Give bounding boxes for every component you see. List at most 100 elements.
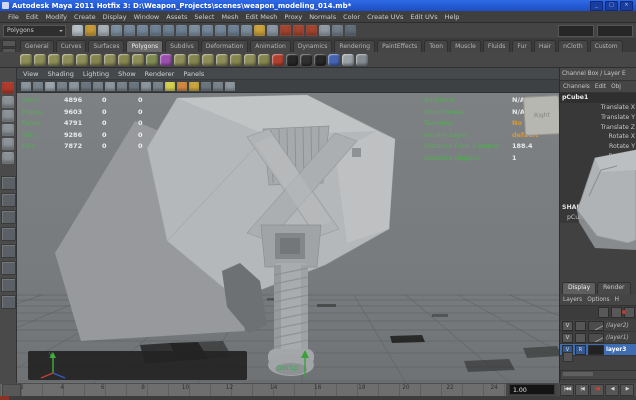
bookmark-icon[interactable] [57,82,67,91]
shelf-tab[interactable]: Hair [534,40,556,52]
poly-cylinder-icon[interactable] [48,54,60,66]
menu-item[interactable]: Edit UVs [410,13,437,21]
layout-four-pane[interactable] [1,193,16,207]
channel-row[interactable]: Translate Z [560,123,636,133]
snap-to-point-icon[interactable] [176,25,187,36]
menu-item[interactable]: Color [343,13,360,21]
poly-sphere-icon[interactable] [20,54,32,66]
channel-row[interactable]: Visibility [560,191,636,201]
maximize-button[interactable]: □ [605,1,618,11]
checker-a-icon[interactable] [286,54,298,66]
camera-lock-icon[interactable] [33,82,43,91]
layer-color-swatch[interactable] [588,333,604,343]
separate-icon[interactable] [230,54,242,66]
bevel-icon[interactable] [188,54,200,66]
channel-row[interactable]: Rotate X [560,132,636,142]
channel-box-menu-item[interactable]: Obj [611,84,621,90]
layer-editor-tab[interactable]: Display [562,282,596,294]
close-button[interactable]: × [620,1,633,11]
output-connections-icon[interactable] [228,25,239,36]
menu-item[interactable]: Normals [309,13,336,21]
move-tool[interactable] [2,124,14,136]
channel-row[interactable]: Scale Y [560,172,636,182]
menu-item[interactable]: Window [134,13,160,21]
panel-menu-item[interactable]: Shading [47,70,73,78]
toolbox-b-icon[interactable] [332,25,343,36]
shelf-tab[interactable]: Curves [56,40,87,52]
shape-node-name[interactable]: pCubeShape1 [560,213,636,223]
image-plane-icon[interactable] [69,82,79,91]
shadows-icon[interactable] [129,82,139,91]
wireframe-icon[interactable] [81,82,91,91]
isolate-select-icon[interactable] [201,82,211,91]
layer-row[interactable]: V (layer2) [560,320,636,332]
input-connections-icon[interactable] [215,25,226,36]
default-light-icon[interactable] [165,82,175,91]
title-bar[interactable]: Autodesk Maya 2011 Hotfix 3: D:\Weapon_P… [0,0,636,11]
layer-editor-tab[interactable]: Render [597,282,630,294]
rotate-tool[interactable] [2,138,14,150]
layer-from-selected-button[interactable] [611,307,622,318]
layout-hypershade[interactable] [1,244,16,258]
poly-helix-icon[interactable] [132,54,144,66]
shelf-tab[interactable]: Muscle [450,40,481,52]
shelf-tab[interactable]: Polygons [126,40,163,52]
resolution-gate-icon[interactable] [141,82,151,91]
layer-editor-menu-item[interactable]: Options [587,297,609,303]
layer-color-swatch[interactable] [588,321,604,331]
panel-menu-item[interactable]: Show [118,70,136,78]
menu-item[interactable]: Proxy [284,13,302,21]
layer-row[interactable]: V (layer1) [560,332,636,344]
checker-c-icon[interactable] [314,54,326,66]
channel-row[interactable]: Translate Y [560,113,636,123]
bridge-icon[interactable] [202,54,214,66]
minimize-button[interactable]: _ [590,1,603,11]
combine-icon[interactable] [216,54,228,66]
new-scene-icon[interactable] [72,25,83,36]
layout-custom-b[interactable] [1,295,16,309]
lasso-tool[interactable] [2,96,14,108]
step-back-frame-button[interactable]: |◀ [575,384,589,396]
shelf-tab[interactable]: Toon [424,40,448,52]
menu-item[interactable]: Modify [45,13,67,21]
toolbox-a-icon[interactable] [319,25,330,36]
render-settings-icon[interactable] [306,25,317,36]
custom-b-icon[interactable] [356,54,368,66]
selected-node-name[interactable]: pCube1 [560,93,636,103]
ipr-render-icon[interactable] [293,25,304,36]
current-time-field[interactable]: 1.00 [509,384,555,395]
shelf-tab[interactable]: nCloth [558,40,588,52]
absolute-transform-field[interactable] [558,25,594,37]
select-component-icon[interactable] [137,25,148,36]
shelf-tab[interactable]: Custom [590,40,623,52]
select-object-icon[interactable] [124,25,135,36]
camera-select-icon[interactable] [21,82,31,91]
boolean-icon[interactable] [244,54,256,66]
channel-box-menu-item[interactable]: Edit [595,84,606,90]
scrollbar-thumb[interactable] [563,372,593,376]
layer-visibility-toggle[interactable]: V [562,333,573,343]
play-forwards-button[interactable]: ▶ [620,384,634,396]
panel-menu-item[interactable]: Renderer [145,70,175,78]
lights-icon[interactable] [117,82,127,91]
menu-item[interactable]: Help [445,13,460,21]
layout-persp-outliner[interactable] [1,210,16,224]
menu-item[interactable]: Mesh [221,13,238,21]
layer-display-type-toggle[interactable] [575,333,586,343]
panel-menu-item[interactable]: View [23,70,38,78]
empty-layer-button[interactable] [598,307,609,318]
crystal-icon[interactable] [160,54,172,66]
scale-tool[interactable] [2,152,14,164]
paint-select-tool[interactable] [2,110,14,122]
menu-item[interactable]: Display [103,13,127,21]
open-scene-icon[interactable] [85,25,96,36]
make-live-icon[interactable] [202,25,213,36]
select-hierarchy-icon[interactable] [111,25,122,36]
menu-item[interactable]: Edit Mesh [246,13,278,21]
poly-plane-icon[interactable] [76,54,88,66]
shelf-tab[interactable]: General [20,40,54,52]
render-frame-icon[interactable] [280,25,291,36]
layer-visibility-toggle[interactable]: V [562,321,573,331]
delete-history-icon[interactable] [272,54,284,66]
layer-color-swatch[interactable] [588,345,604,355]
